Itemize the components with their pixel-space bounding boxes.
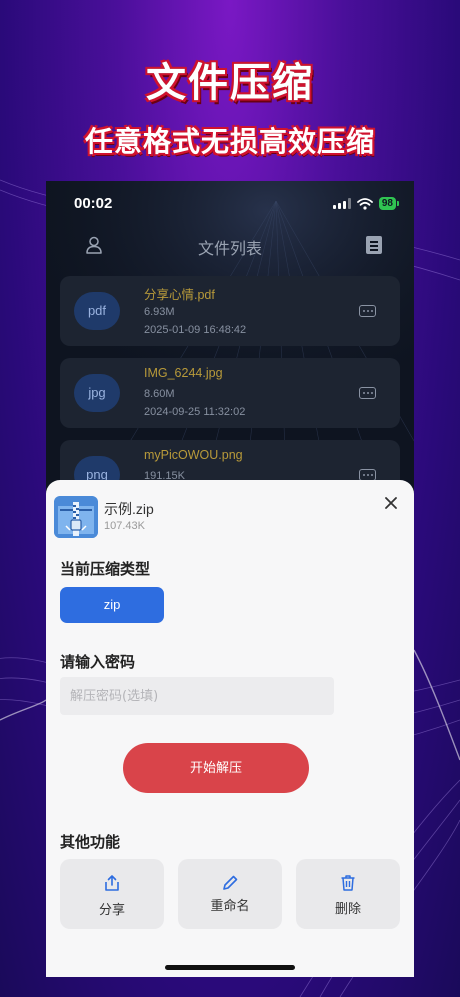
status-time: 00:02: [74, 195, 113, 212]
start-unzip-button[interactable]: 开始解压: [123, 743, 309, 793]
pencil-icon: [223, 875, 238, 890]
zip-file-icon: [54, 496, 98, 538]
battery-icon: 98: [378, 197, 400, 210]
promo-subtitle: 任意格式无损高效压缩: [84, 125, 375, 158]
page-title: 文件列表: [197, 239, 262, 258]
status-bar: 00:02 98: [46, 181, 414, 227]
file-size: 6.93M: [144, 306, 175, 318]
rename-label: 重命名: [210, 899, 250, 914]
document-list-icon[interactable]: [366, 236, 382, 254]
cellular-signal-icon: [332, 198, 351, 209]
wifi-icon: [356, 197, 373, 210]
unzip-bottom-sheet: 示例.zip 107.43K 当前压缩类型 zip 请输入密码 开始解压 其他功…: [46, 480, 414, 977]
compress-type-label: 当前压缩类型: [60, 560, 151, 578]
share-label: 分享: [98, 903, 125, 918]
password-label: 请输入密码: [60, 653, 136, 671]
file-name: myPicOWOU.png: [144, 448, 243, 462]
sheet-file-name: 示例.zip: [104, 501, 154, 517]
promo-title: 文件压缩: [146, 60, 314, 106]
rename-button[interactable]: 重命名: [178, 859, 282, 929]
file-type-badge: jpg: [74, 374, 120, 412]
trash-icon: [341, 875, 355, 891]
more-options-icon[interactable]: [359, 305, 376, 317]
password-input[interactable]: [60, 677, 334, 715]
status-icons: 98: [332, 197, 400, 210]
file-type-badge: pdf: [74, 292, 120, 330]
file-list-item[interactable]: jpg IMG_6244.jpg 8.60M 2024-09-25 11:32:…: [60, 358, 400, 428]
delete-button[interactable]: 删除: [296, 859, 400, 929]
nav-bar: 文件列表: [46, 231, 414, 261]
file-list-item[interactable]: pdf 分享心情.pdf 6.93M 2025-01-09 16:48:42: [60, 276, 400, 346]
sheet-file-size: 107.43K: [104, 520, 145, 532]
home-indicator: [165, 965, 295, 970]
file-size: 8.60M: [144, 388, 175, 400]
compress-type-button[interactable]: zip: [60, 587, 164, 623]
share-button[interactable]: 分享: [60, 859, 164, 929]
share-icon: [105, 875, 119, 891]
delete-label: 删除: [334, 902, 361, 917]
file-date: 2025-01-09 16:48:42: [144, 324, 247, 336]
phone-screen: 00:02 98 文件列表 pdf 分享心情.pdf 6.93M 2025-01…: [46, 181, 414, 977]
file-date: 2024-09-25 11:32:02: [144, 406, 246, 418]
more-options-icon[interactable]: [359, 387, 376, 399]
close-icon[interactable]: [384, 496, 398, 510]
file-name: IMG_6244.jpg: [144, 366, 223, 380]
file-name: 分享心情.pdf: [144, 288, 215, 302]
other-functions-label: 其他功能: [60, 833, 121, 851]
